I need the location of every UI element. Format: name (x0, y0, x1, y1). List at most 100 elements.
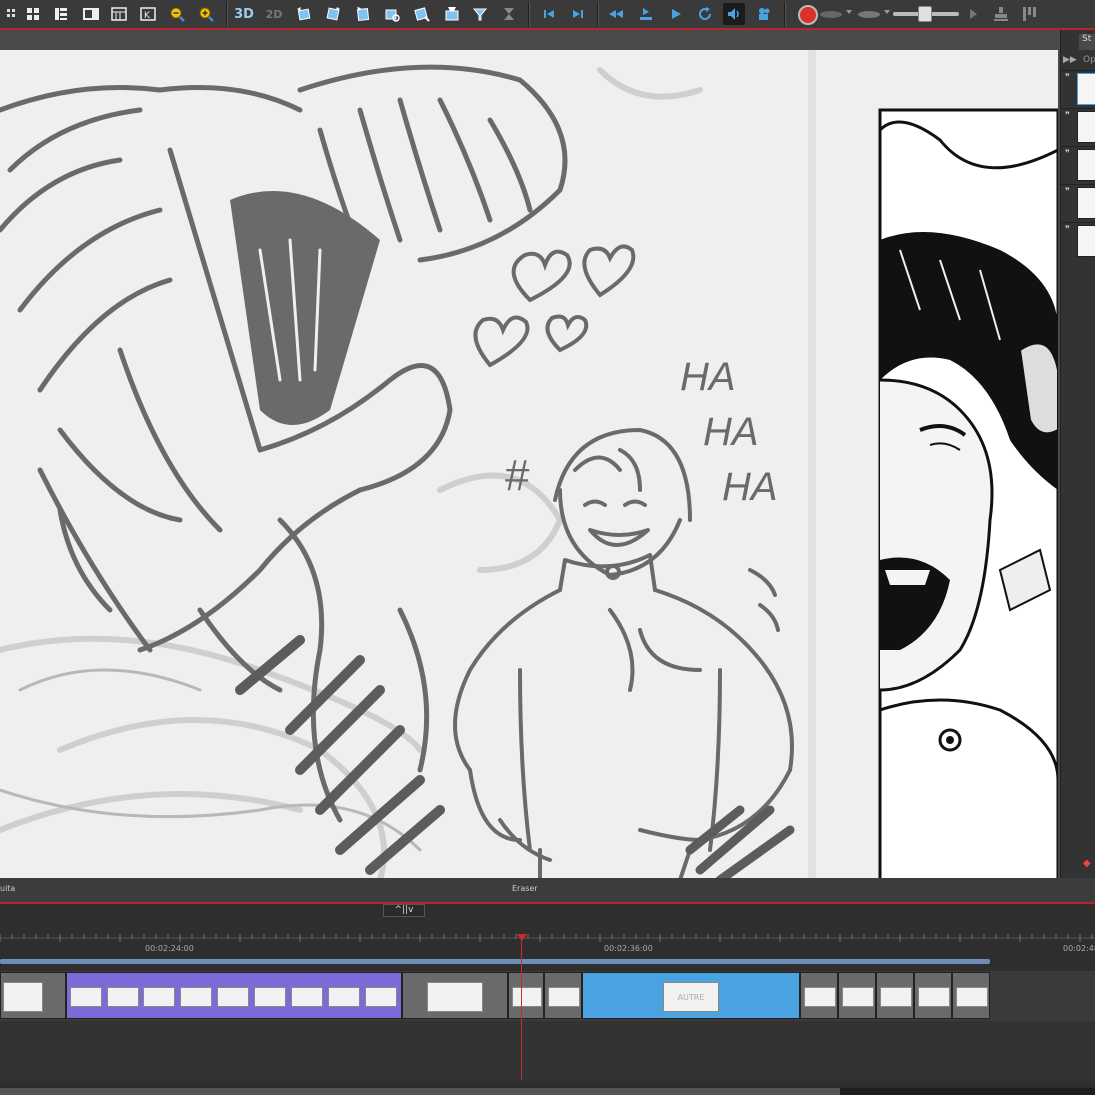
panels-sidebar: St ▶▶ Op ❞ ❞ ❞ ❞ ❞ ◆ (1060, 30, 1095, 878)
clip-thumbnail (512, 987, 542, 1007)
nav-right-icon[interactable] (962, 3, 984, 25)
step-back-icon[interactable] (538, 3, 560, 25)
step-forward-icon[interactable] (567, 3, 589, 25)
list-icon[interactable] (50, 3, 72, 25)
3d-icon[interactable]: 3D (233, 3, 255, 25)
sidebar-sub-label: Op (1083, 55, 1095, 65)
timeline-clip[interactable] (838, 972, 876, 1019)
panel-thumb-row[interactable]: ❞ (1061, 70, 1095, 105)
camera-filter-icon[interactable] (469, 3, 491, 25)
clip-thumbnail[interactable] (254, 987, 286, 1007)
haha-text: HA HA HA (680, 355, 778, 509)
timecode-label: 00:02:36:00 (604, 944, 653, 953)
haha-text-1: HA (680, 355, 736, 399)
playhead-handle[interactable] (517, 934, 527, 941)
timeline-clip[interactable] (914, 972, 952, 1019)
timeline-ruler[interactable] (0, 928, 1095, 958)
clip-thumbnail (804, 987, 836, 1007)
panel-thumb-row[interactable]: ❞ (1061, 184, 1095, 219)
layout-icon[interactable] (2, 3, 24, 25)
camera-light-icon[interactable] (441, 3, 463, 25)
sound-icon[interactable] (723, 3, 745, 25)
first-frame-icon[interactable] (605, 3, 627, 25)
panel-thumb-row[interactable]: ❞ (1061, 108, 1095, 143)
play-loop-icon[interactable] (635, 3, 657, 25)
zoom-in-icon[interactable] (195, 3, 217, 25)
manga-reference-panel (878, 108, 1058, 878)
play-icon[interactable] (665, 3, 687, 25)
collapse-icon[interactable]: ▶▶ (1063, 55, 1077, 65)
timecode-label: 00:02:48 (1063, 944, 1095, 953)
movie-camera-icon[interactable] (753, 3, 775, 25)
camera-tilt-icon[interactable] (352, 3, 374, 25)
camera-zoom-icon[interactable] (411, 3, 433, 25)
timeline-clip[interactable] (402, 972, 508, 1019)
2d-label: 2D (265, 7, 283, 21)
clip-thumbnail (842, 987, 874, 1007)
clip-thumbnail[interactable] (180, 987, 212, 1007)
timeline-clip[interactable] (800, 972, 838, 1019)
main-toolbar: K 3D 2D (0, 0, 1095, 30)
clip-thumbnail (548, 987, 580, 1007)
3d-label: 3D (234, 6, 254, 22)
brush-shape-dropdown[interactable] (846, 10, 852, 14)
brush-preset-dropdown[interactable] (884, 10, 890, 14)
excite-mark: # (505, 451, 530, 500)
panel-grip-icon[interactable] (1018, 3, 1040, 25)
monster-sketch (0, 64, 568, 823)
timeline-header: uita Eraser (0, 878, 1095, 904)
haha-text-3: HA (722, 465, 778, 509)
slider-thumb[interactable] (918, 6, 932, 22)
calendar-icon[interactable] (108, 3, 130, 25)
clip-thumbnail[interactable] (217, 987, 249, 1007)
clip-thumbnail[interactable] (70, 987, 102, 1007)
color-swatch-icon[interactable] (798, 5, 818, 25)
clip-thumbnail[interactable] (365, 987, 397, 1007)
camera-rotate-icon[interactable] (381, 3, 403, 25)
clip-thumbnail[interactable] (107, 987, 139, 1007)
drawing-canvas[interactable]: HA HA HA # (0, 30, 1060, 878)
loop-icon[interactable] (694, 3, 716, 25)
2d-icon[interactable]: 2D (263, 3, 285, 25)
sidebar-tab[interactable]: St (1079, 34, 1095, 50)
timeline-scrollbar-thumb[interactable] (0, 1088, 840, 1095)
brush-preset-icon[interactable] (858, 11, 880, 18)
timeline-work-area-bar[interactable] (0, 959, 990, 964)
playhead[interactable] (521, 934, 522, 1080)
timeline-clip[interactable] (0, 972, 66, 1019)
haha-text-2: HA (703, 410, 759, 454)
camera-move-icon[interactable] (293, 3, 315, 25)
hearts-sketch (473, 244, 636, 368)
timeline-clip[interactable] (544, 972, 582, 1019)
brush-shape-icon[interactable] (820, 11, 842, 18)
grid-icon[interactable] (22, 3, 44, 25)
stamp-icon[interactable] (990, 3, 1012, 25)
clip-thumbnail (956, 987, 988, 1007)
timeline-clip[interactable] (952, 972, 990, 1019)
clip-thumbnail[interactable] (143, 987, 175, 1007)
clip-thumbnail-autre: AUTRE (663, 982, 719, 1012)
clip-thumbnail[interactable] (328, 987, 360, 1007)
clip-thumbnail (427, 982, 483, 1012)
panel-thumb-row[interactable]: ❞ (1061, 222, 1095, 257)
rough-sketch-layer (0, 67, 703, 878)
zoom-out-icon[interactable] (166, 3, 188, 25)
timeline-empty-track[interactable] (0, 1021, 1095, 1081)
tool-label-eraser: Eraser (512, 884, 538, 893)
timeline-clip-active[interactable]: AUTRE (582, 972, 800, 1019)
timeline-clip[interactable] (876, 972, 914, 1019)
timeline-collapse-button[interactable]: ^||v (383, 904, 425, 917)
timeline-clip[interactable] (508, 972, 544, 1019)
camera-pan-icon[interactable] (322, 3, 344, 25)
timeline-clip-selected-group[interactable] (66, 972, 402, 1019)
clip-thumbnail[interactable] (291, 987, 323, 1007)
sketch-artwork: HA HA HA # (0, 64, 1058, 878)
color-picker-icon[interactable]: ◆ (1083, 858, 1091, 869)
hourglass-icon[interactable] (498, 3, 520, 25)
bookmark-icon[interactable]: K (137, 3, 159, 25)
panel-icon[interactable] (80, 3, 102, 25)
clip-thumbnail (918, 987, 950, 1007)
panel-thumb-row[interactable]: ❞ (1061, 146, 1095, 181)
monster-mouth (230, 191, 380, 425)
tool-label-left: uita (0, 884, 16, 893)
